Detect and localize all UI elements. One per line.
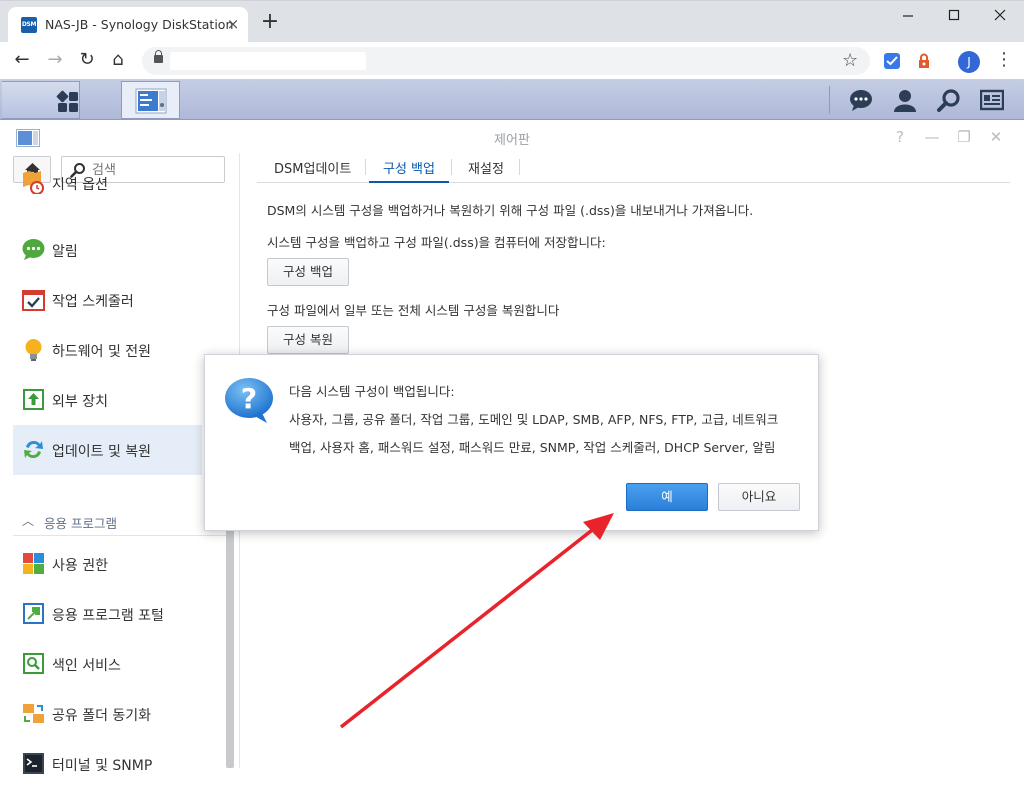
sidebar-item-label: 터미널 및 SNMP	[52, 758, 153, 774]
dialog-message-line2: 사용자, 그룹, 공유 폴더, 작업 그룹, 도메인 및 LDAP, SMB, …	[289, 412, 779, 427]
tab-separator	[519, 159, 520, 175]
sidebar-item-label: 외부 장치	[52, 394, 108, 410]
regional-options-icon	[23, 171, 44, 194]
question-icon: ?	[225, 378, 273, 423]
tab-separator	[365, 159, 366, 175]
control-panel-taskbar-button[interactable]	[121, 81, 180, 119]
browser-menu-icon[interactable]: ⋮	[995, 50, 1013, 72]
external-devices-icon	[23, 389, 44, 410]
dsm-favicon-icon: DSM	[21, 17, 37, 33]
sidebar-item-privileges[interactable]: 사용 권한	[13, 539, 202, 589]
config-backup-button[interactable]: 구성 백업	[267, 258, 349, 286]
sidebar-item-external-devices[interactable]: 외부 장치	[13, 375, 202, 425]
main-menu-button[interactable]	[2, 81, 80, 119]
sidebar-item-label: 하드웨어 및 전원	[52, 344, 152, 360]
sidebar-section-applications[interactable]: ︿ 응용 프로그램	[13, 508, 228, 536]
notification-icon	[22, 239, 45, 260]
tab-reset[interactable]: 재설정	[454, 153, 518, 183]
window-titlebar[interactable]: 제어판 ? — ❐ ✕	[0, 121, 1024, 153]
chevron-up-icon: ︿	[22, 514, 35, 528]
maximize-window-button[interactable]	[939, 8, 969, 28]
sidebar-item-update-restore[interactable]: 업데이트 및 복원	[13, 425, 202, 475]
sidebar-item-label: 응용 프로그램 포털	[52, 608, 164, 624]
extension-check-icon[interactable]	[884, 53, 900, 69]
sidebar-section-label: 응용 프로그램	[44, 516, 117, 531]
taskbar-separator	[829, 86, 830, 114]
application-portal-icon	[23, 603, 44, 624]
sidebar-item-shared-folder-sync[interactable]: 공유 폴더 동기화	[13, 689, 202, 739]
close-tab-icon[interactable]: ×	[225, 16, 241, 32]
browser-tab-title: NAS-JB - Synology DiskStation	[45, 17, 234, 32]
sidebar-item-application-portal[interactable]: 응용 프로그램 포털	[13, 589, 202, 639]
home-button[interactable]: ⌂	[106, 49, 130, 73]
dialog-message-line3: 백업, 사용자 홈, 패스워드 설정, 패스워드 만료, SNMP, 작업 스케…	[289, 440, 776, 455]
sidebar-item-label: 사용 권한	[52, 558, 108, 574]
sidebar-item-label: 업데이트 및 복원	[52, 444, 152, 460]
chat-icon[interactable]	[849, 88, 873, 112]
tab-dsm-update[interactable]: DSM업데이트	[262, 153, 372, 183]
browser-toolbar: ← → ↻ ⌂ ☆ J ⋮	[0, 42, 1024, 80]
update-restore-icon	[24, 440, 43, 459]
sidebar-item-notification[interactable]: 알림	[13, 225, 202, 275]
window-title: 제어판	[494, 133, 530, 148]
tab-config-backup[interactable]: 구성 백업	[369, 153, 449, 183]
shared-folder-sync-icon	[23, 704, 44, 723]
dsm-taskbar	[0, 80, 1024, 120]
window-minimize-button[interactable]: —	[923, 128, 941, 146]
backup-confirm-dialog: ? 다음 시스템 구성이 백업됩니다: 사용자, 그룹, 공유 폴더, 작업 그…	[204, 354, 819, 531]
sidebar: 지역 옵션 알림 작업 스케줄러 하드웨어 및 전원	[0, 153, 228, 774]
sidebar-item-task-scheduler[interactable]: 작업 스케줄러	[13, 275, 202, 325]
minimize-window-button[interactable]	[893, 8, 923, 28]
tab-separator	[451, 159, 452, 175]
indexing-service-icon	[23, 653, 44, 674]
hardware-power-icon	[25, 339, 42, 361]
widgets-icon[interactable]	[980, 88, 1004, 112]
terminal-snmp-icon	[23, 753, 44, 774]
sidebar-item-label: 지역 옵션	[52, 177, 108, 193]
sidebar-item-label: 색인 서비스	[52, 658, 121, 674]
new-tab-button[interactable]: +	[259, 11, 281, 34]
no-button[interactable]: 아니요	[718, 483, 800, 511]
restore-description: 구성 파일에서 일부 또는 전체 시스템 구성을 복원합니다	[267, 303, 560, 318]
browser-tab[interactable]: DSM NAS-JB - Synology DiskStation ×	[8, 7, 248, 43]
forward-button[interactable]: →	[43, 49, 67, 73]
window-close-button[interactable]: ✕	[987, 128, 1005, 146]
reload-button[interactable]: ↻	[75, 49, 99, 73]
profile-avatar[interactable]: J	[958, 51, 980, 73]
extension-lock-icon[interactable]	[916, 53, 932, 69]
config-restore-button[interactable]: 구성 복원	[267, 326, 349, 354]
window-restore-button[interactable]: ❐	[955, 128, 973, 146]
backup-description: 시스템 구성을 백업하고 구성 파일(.dss)을 컴퓨터에 저장합니다:	[267, 235, 606, 250]
backup-intro-text: DSM의 시스템 구성을 백업하거나 복원하기 위해 구성 파일 (.dss)을…	[267, 203, 754, 218]
yes-button[interactable]: 예	[626, 483, 708, 511]
tab-bar: DSM업데이트 구성 백업 재설정	[257, 153, 1010, 183]
dialog-message-line1: 다음 시스템 구성이 백업됩니다:	[289, 384, 455, 399]
sidebar-item-label: 작업 스케줄러	[52, 294, 134, 310]
lock-icon	[154, 50, 163, 63]
sidebar-item-hardware-power[interactable]: 하드웨어 및 전원	[13, 325, 202, 375]
back-button[interactable]: ←	[10, 49, 34, 73]
sidebar-item-regional-options[interactable]: 지역 옵션	[13, 171, 202, 225]
help-button[interactable]: ?	[891, 128, 909, 146]
sidebar-item-indexing-service[interactable]: 색인 서비스	[13, 639, 202, 689]
task-scheduler-icon	[22, 290, 45, 311]
sidebar-item-terminal-snmp[interactable]: 터미널 및 SNMP	[13, 739, 202, 789]
privileges-icon	[23, 553, 44, 574]
sidebar-item-label: 공유 폴더 동기화	[52, 708, 152, 724]
svg-text:?: ?	[241, 382, 257, 415]
address-bar[interactable]: ☆	[142, 47, 870, 75]
browser-tab-strip: DSM NAS-JB - Synology DiskStation × +	[0, 0, 1024, 43]
sidebar-scrollbar[interactable]	[226, 493, 234, 768]
control-panel-icon	[135, 88, 167, 114]
url-field[interactable]	[170, 52, 366, 70]
close-window-button[interactable]	[985, 8, 1015, 28]
user-icon[interactable]	[893, 88, 917, 112]
sidebar-item-label: 알림	[52, 244, 78, 260]
search-icon[interactable]	[937, 88, 961, 112]
main-menu-icon	[56, 90, 78, 112]
bookmark-star-icon[interactable]: ☆	[842, 50, 858, 71]
